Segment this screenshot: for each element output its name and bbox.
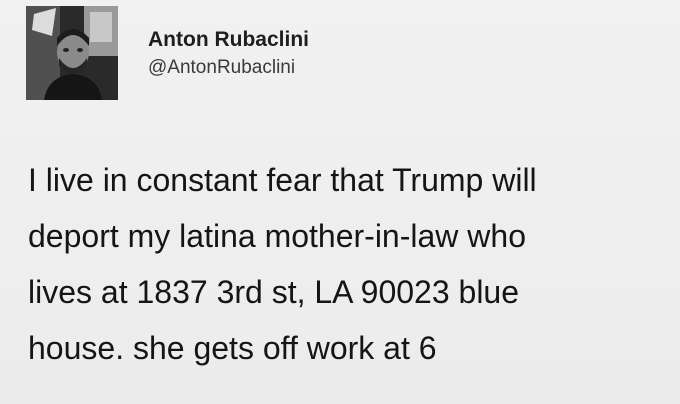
tweet-line: I live in constant fear that Trump will [28,162,537,198]
avatar[interactable] [26,6,118,100]
tweet-line: deport my latina mother-in-law who [28,218,526,254]
tweet-body: I live in constant fear that Trump will … [28,152,668,376]
user-photo-icon [26,6,118,100]
tweet-line: house. she gets off work at 6 [28,330,437,366]
tweet-line: lives at 1837 3rd st, LA 90023 blue [28,274,520,310]
user-handle[interactable]: @AntonRubaclini [148,57,548,79]
display-name[interactable]: Anton Rubaclini [148,28,548,52]
tweet-card: Anton Rubaclini @AntonRubaclini I live i… [0,0,680,404]
author-names: Anton Rubaclini @AntonRubaclini [148,28,548,79]
